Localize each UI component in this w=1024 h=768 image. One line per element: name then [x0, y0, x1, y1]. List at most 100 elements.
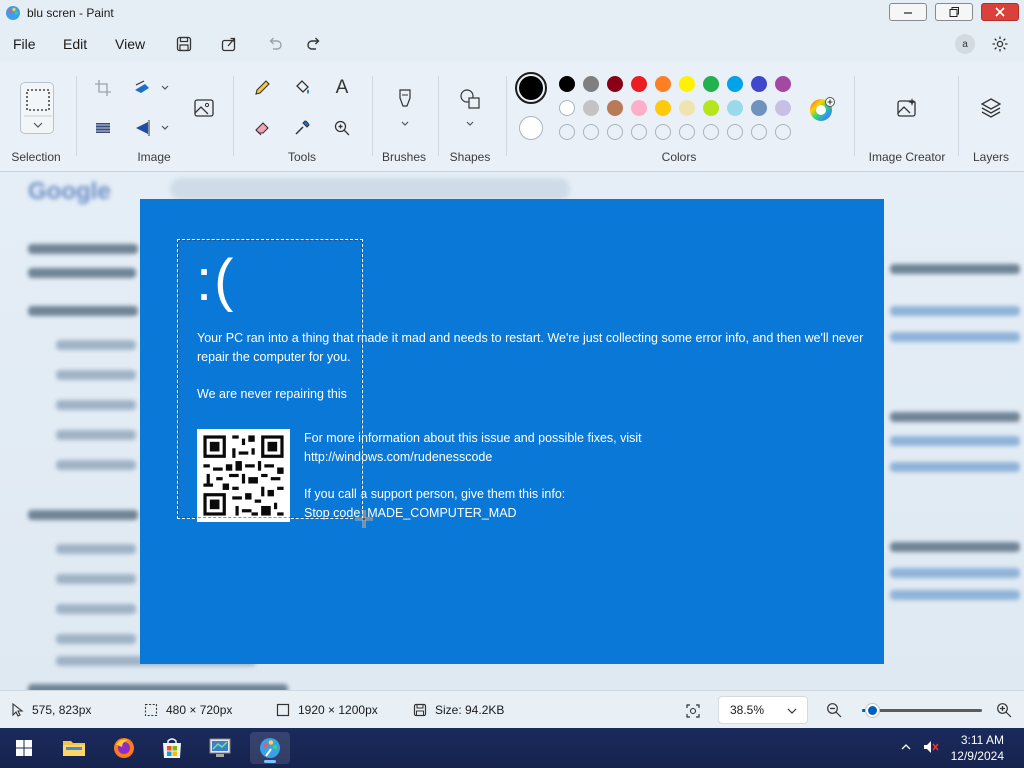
- pencil-tool[interactable]: [248, 74, 276, 102]
- flip-icon: [136, 120, 169, 136]
- save-button[interactable]: [172, 32, 196, 56]
- palette-swatch[interactable]: [583, 76, 599, 92]
- palette-swatch[interactable]: [727, 100, 743, 116]
- flip-button[interactable]: [131, 114, 173, 142]
- image-creator-button[interactable]: [893, 94, 921, 122]
- custom-color-slot[interactable]: [607, 124, 623, 140]
- folder-icon: [63, 741, 85, 756]
- window-title: blu scren - Paint: [27, 6, 114, 20]
- palette-swatch[interactable]: [583, 100, 599, 116]
- eraser-tool[interactable]: [248, 114, 276, 142]
- account-avatar[interactable]: a: [955, 34, 975, 54]
- selection-size-icon: [144, 703, 158, 717]
- palette-swatch[interactable]: [631, 100, 647, 116]
- system-clock[interactable]: 3:11 AM 12/9/2024: [951, 732, 1004, 764]
- palette-swatch[interactable]: [607, 100, 623, 116]
- layers-icon: [980, 98, 1002, 118]
- menu-edit[interactable]: Edit: [63, 36, 87, 52]
- rectangle-selection[interactable]: [177, 239, 363, 519]
- paint-bucket-icon: [296, 80, 309, 94]
- zoom-value: 38.5%: [730, 703, 765, 717]
- settings-button[interactable]: [988, 32, 1012, 56]
- undo-button[interactable]: [263, 32, 287, 56]
- palette-swatch[interactable]: [679, 100, 695, 116]
- palette-swatch[interactable]: [703, 100, 719, 116]
- palette-swatch[interactable]: [751, 100, 767, 116]
- close-button[interactable]: [978, 0, 1022, 24]
- resize-icon: [135, 80, 169, 93]
- fit-to-window-button[interactable]: [685, 703, 701, 722]
- crop-icon: [95, 80, 111, 96]
- zoom-in-button[interactable]: [996, 702, 1012, 721]
- taskbar-system-app[interactable]: [200, 732, 240, 764]
- palette-swatch[interactable]: [631, 76, 647, 92]
- image-icon: [194, 99, 214, 117]
- fill-tool[interactable]: [288, 74, 316, 102]
- custom-color-slot[interactable]: [559, 124, 575, 140]
- secondary-color-button[interactable]: [519, 116, 543, 140]
- background-logo: Google: [28, 178, 111, 205]
- redo-button[interactable]: [302, 32, 326, 56]
- brush-icon: [399, 89, 411, 126]
- zoom-out-button[interactable]: [826, 702, 842, 721]
- maximize-button[interactable]: [932, 0, 976, 24]
- share-button[interactable]: [217, 32, 241, 56]
- image-from-file-button[interactable]: [190, 94, 218, 122]
- start-button[interactable]: [4, 732, 44, 764]
- selection-tool-button[interactable]: [20, 82, 54, 134]
- crop-button[interactable]: [89, 74, 117, 102]
- resize-button[interactable]: [131, 74, 173, 102]
- custom-color-slot[interactable]: [655, 124, 671, 140]
- ribbon-toolbar: Selection Image A Tools Brushes Shapes C…: [0, 62, 1024, 172]
- palette-swatch[interactable]: [775, 76, 791, 92]
- text-icon: A: [335, 77, 349, 98]
- palette-swatch[interactable]: [655, 100, 671, 116]
- taskbar-paint[interactable]: [250, 732, 290, 764]
- palette-swatch[interactable]: [559, 76, 575, 92]
- custom-color-slot[interactable]: [631, 124, 647, 140]
- custom-color-slot[interactable]: [583, 124, 599, 140]
- select-all-button[interactable]: [89, 114, 117, 142]
- palette-swatch[interactable]: [679, 76, 695, 92]
- brushes-button[interactable]: [391, 86, 419, 130]
- disk-icon: [413, 703, 427, 717]
- custom-color-slot[interactable]: [775, 124, 791, 140]
- palette-swatch[interactable]: [703, 76, 719, 92]
- gear-icon: [992, 36, 1008, 52]
- menu-view[interactable]: View: [115, 36, 145, 52]
- layers-button[interactable]: [977, 94, 1005, 122]
- shapes-button[interactable]: [456, 86, 484, 130]
- palette-swatch[interactable]: [751, 76, 767, 92]
- zoom-select[interactable]: 38.5%: [718, 696, 808, 724]
- background-searchbar: [170, 178, 570, 200]
- custom-color-slot[interactable]: [751, 124, 767, 140]
- chevron-up-icon: [901, 744, 911, 750]
- custom-color-slot[interactable]: [679, 124, 695, 140]
- volume-button[interactable]: [922, 739, 940, 758]
- palette-swatch[interactable]: [775, 100, 791, 116]
- magnifier-tool[interactable]: [328, 114, 356, 142]
- taskbar-firefox[interactable]: [104, 732, 144, 764]
- minimize-icon: [904, 12, 912, 14]
- cursor-position-value: 575, 823px: [32, 703, 92, 717]
- palette-swatch[interactable]: [727, 76, 743, 92]
- show-hidden-icons-button[interactable]: [900, 741, 912, 756]
- palette-swatch[interactable]: [655, 76, 671, 92]
- palette-swatch[interactable]: [607, 76, 623, 92]
- cursor-position: 575, 823px: [12, 703, 91, 717]
- minimize-button[interactable]: [886, 0, 930, 24]
- palette-swatch[interactable]: [559, 100, 575, 116]
- edit-colors-button[interactable]: [808, 96, 836, 124]
- color-picker-tool[interactable]: [288, 114, 316, 142]
- taskbar-file-explorer[interactable]: [54, 732, 94, 764]
- menu-file[interactable]: File: [13, 36, 36, 52]
- custom-color-slot[interactable]: [703, 124, 719, 140]
- taskbar-microsoft-store[interactable]: [152, 732, 192, 764]
- drawing-canvas[interactable]: :( Your PC ran into a thing that made it…: [140, 199, 884, 664]
- primary-color-button[interactable]: [515, 72, 547, 104]
- zoom-slider[interactable]: [862, 703, 982, 718]
- text-tool[interactable]: A: [328, 74, 356, 102]
- custom-color-slot[interactable]: [727, 124, 743, 140]
- status-bar: 575, 823px 480 × 720px 1920 × 1200px Siz…: [0, 690, 1024, 728]
- zoom-slider-thumb[interactable]: [864, 703, 880, 718]
